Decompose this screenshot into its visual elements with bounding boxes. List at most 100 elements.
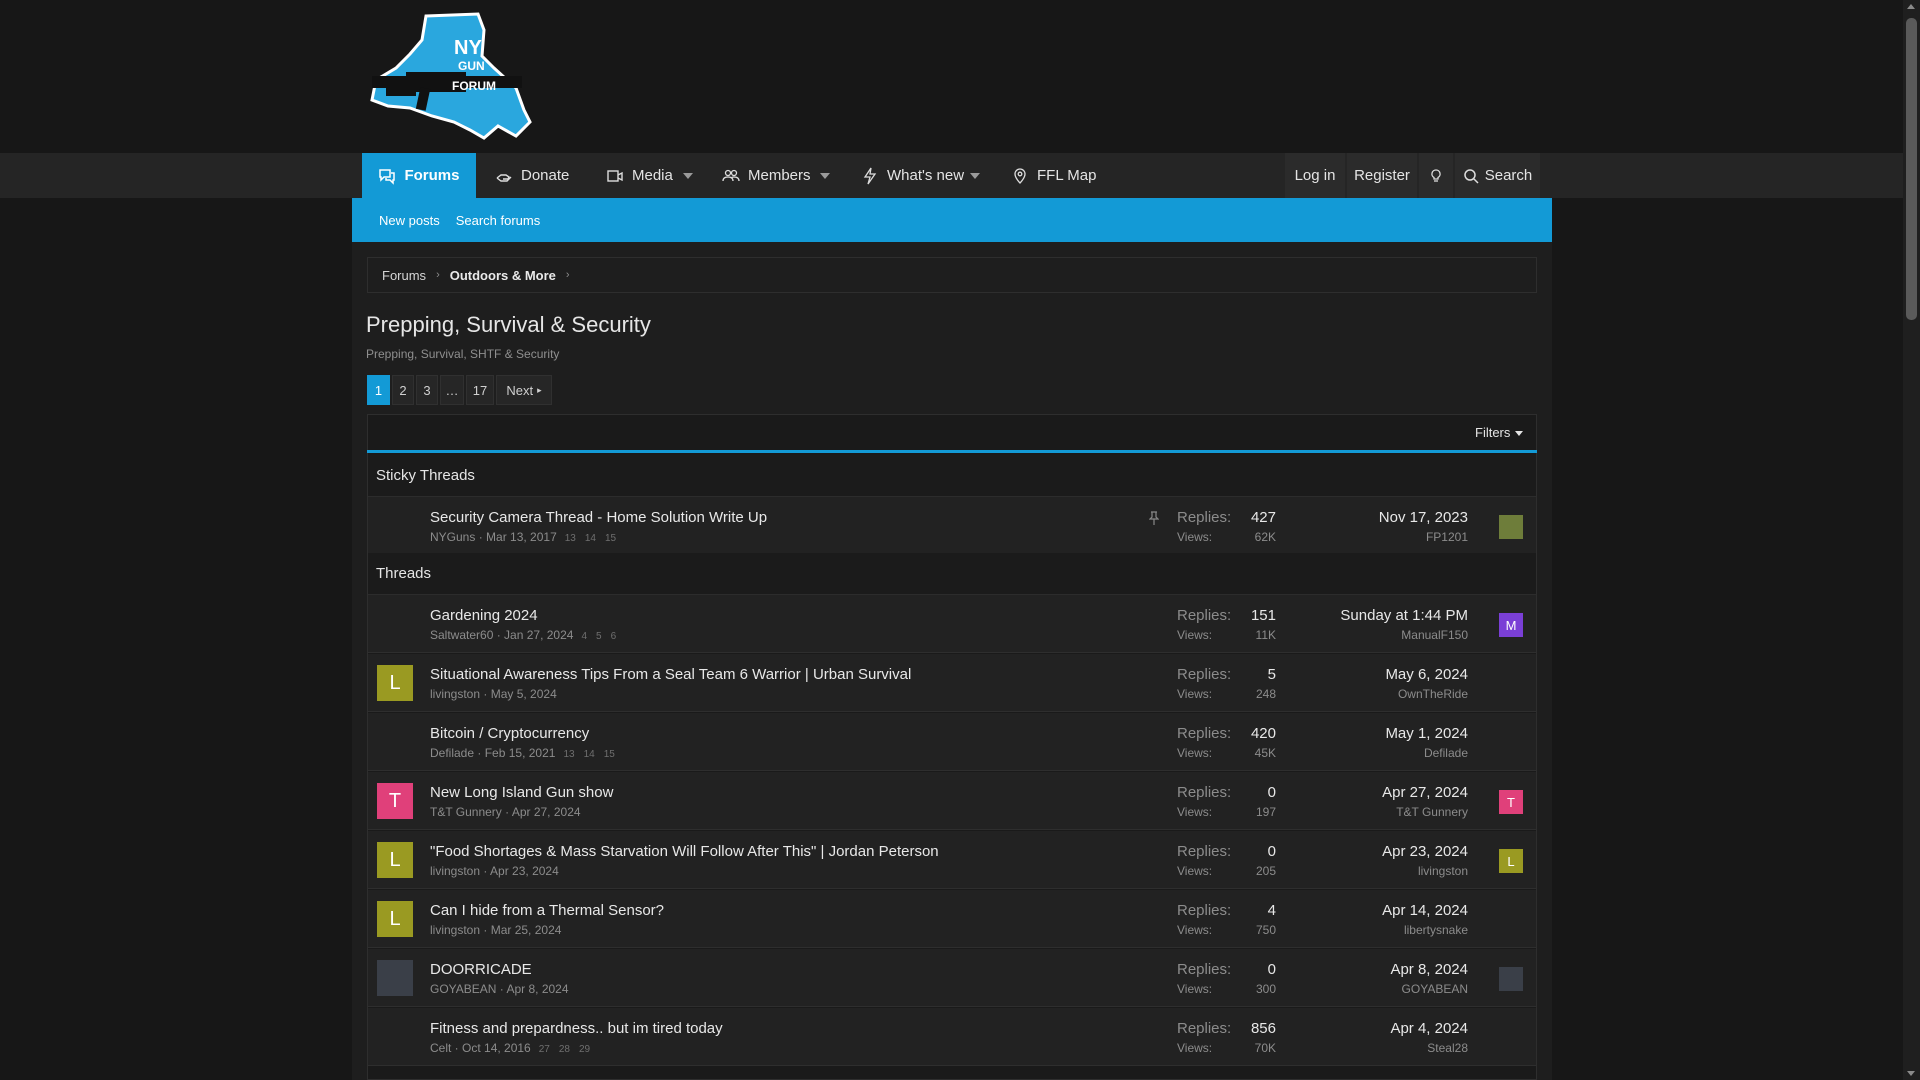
last-post-date[interactable]: Sunday at 1:44 PM: [1340, 607, 1468, 624]
search-button[interactable]: Search: [1455, 153, 1540, 198]
last-post-date[interactable]: Apr 27, 2024: [1382, 784, 1468, 801]
thread-start-date[interactable]: Jan 27, 2024: [504, 628, 573, 642]
last-poster-avatar[interactable]: L: [1499, 849, 1523, 873]
thread-author[interactable]: livingston: [430, 864, 480, 878]
nav-whats-new[interactable]: What's new: [861, 153, 964, 198]
thread-author[interactable]: livingston: [430, 687, 480, 701]
last-post-user[interactable]: OwnTheRide: [1398, 687, 1468, 701]
thread-author[interactable]: GOYABEAN: [430, 982, 496, 996]
author-avatar[interactable]: T: [377, 783, 413, 819]
last-poster-avatar[interactable]: [1499, 967, 1523, 991]
register-button[interactable]: Register: [1347, 153, 1417, 198]
thread-start-date[interactable]: Apr 8, 2024: [506, 982, 568, 996]
thread-page-link[interactable]: 13: [565, 533, 576, 544]
thread-row[interactable]: Security Camera Thread - Home Solution W…: [368, 497, 1536, 555]
nav-donate[interactable]: Donate: [495, 153, 569, 198]
page-ellipsis[interactable]: …: [440, 375, 464, 405]
thread-page-link[interactable]: 14: [584, 749, 595, 760]
thread-start-date[interactable]: Feb 15, 2021: [485, 746, 556, 760]
thread-start-date[interactable]: Mar 25, 2024: [491, 923, 562, 937]
thread-row[interactable]: L Situational Awareness Tips From a Seal …: [368, 654, 1536, 712]
nav-members[interactable]: Members: [722, 153, 811, 198]
author-avatar[interactable]: [377, 960, 413, 996]
page-link-17[interactable]: 17: [466, 375, 494, 405]
scroll-down-arrow[interactable]: [1907, 1071, 1915, 1076]
thread-start-date[interactable]: Apr 27, 2024: [512, 805, 581, 819]
thread-start-date[interactable]: Oct 14, 2016: [462, 1041, 531, 1055]
thread-title[interactable]: Security Camera Thread - Home Solution W…: [430, 509, 767, 526]
page-scrollbar[interactable]: [1903, 0, 1920, 1080]
thread-title[interactable]: Situational Awareness Tips From a Seal T…: [430, 666, 911, 683]
last-post-user[interactable]: Steal28: [1427, 1041, 1468, 1055]
thread-title[interactable]: Gardening 2024: [430, 607, 538, 624]
last-post-user[interactable]: T&T Gunnery: [1396, 805, 1468, 819]
page-link-3[interactable]: 3: [416, 375, 438, 405]
thread-page-link[interactable]: 6: [611, 631, 617, 642]
new-posts-link[interactable]: New posts: [379, 213, 440, 228]
site-logo[interactable]: NY GUN FORUM: [366, 10, 536, 142]
breadcrumb-outdoors[interactable]: Outdoors & More: [450, 268, 556, 283]
author-avatar[interactable]: L: [377, 665, 413, 701]
thread-title[interactable]: New Long Island Gun show: [430, 784, 613, 801]
author-avatar[interactable]: L: [377, 842, 413, 878]
last-poster-avatar[interactable]: [1499, 515, 1523, 539]
thread-row[interactable]: Fitness and prepardness.. but im tired t…: [368, 1008, 1536, 1066]
thread-title[interactable]: "Food Shortages & Mass Starvation Will F…: [430, 843, 939, 860]
nav-forums[interactable]: Forums: [362, 153, 476, 198]
thread-page-link[interactable]: 5: [596, 631, 602, 642]
thread-title[interactable]: Can I hide from a Thermal Sensor?: [430, 902, 664, 919]
last-post-user[interactable]: FP1201: [1426, 530, 1468, 544]
thread-author[interactable]: Defilade: [430, 746, 474, 760]
last-post-date[interactable]: Apr 14, 2024: [1382, 902, 1468, 919]
last-post-date[interactable]: Apr 8, 2024: [1390, 961, 1468, 978]
nav-ffl-map[interactable]: FFL Map: [1011, 153, 1096, 198]
thread-page-link[interactable]: 27: [539, 1044, 550, 1055]
thread-title[interactable]: DOORRICADE: [430, 961, 532, 978]
thread-row[interactable]: DOORRICADE GOYABEAN · Apr 8, 2024 Replies:…: [368, 949, 1536, 1007]
last-post-date[interactable]: Nov 17, 2023: [1379, 509, 1468, 526]
thread-row[interactable]: L "Food Shortages & Mass Starvation Will …: [368, 831, 1536, 889]
thread-page-link[interactable]: 28: [559, 1044, 570, 1055]
thread-page-link[interactable]: 13: [563, 749, 574, 760]
breadcrumb-forums[interactable]: Forums: [382, 268, 426, 283]
last-post-user[interactable]: libertysnake: [1404, 923, 1468, 937]
nav-media[interactable]: Media: [606, 153, 673, 198]
thread-start-date[interactable]: Apr 23, 2024: [490, 864, 559, 878]
last-post-date[interactable]: May 6, 2024: [1385, 666, 1468, 683]
thread-page-link[interactable]: 15: [604, 749, 615, 760]
thread-row[interactable]: Bitcoin / Cryptocurrency Defilade · Feb 1…: [368, 713, 1536, 771]
filters-button[interactable]: Filters: [1475, 425, 1523, 440]
members-dropdown-caret[interactable]: [820, 173, 830, 179]
thread-author[interactable]: T&T Gunnery: [430, 805, 502, 819]
scroll-up-arrow[interactable]: [1907, 4, 1915, 9]
login-button[interactable]: Log in: [1285, 153, 1345, 198]
next-page-button[interactable]: Next ▸: [496, 375, 552, 405]
author-avatar[interactable]: L: [377, 901, 413, 937]
whats-new-dropdown-caret[interactable]: [970, 173, 980, 179]
thread-author[interactable]: Saltwater60: [430, 628, 493, 642]
thread-author[interactable]: livingston: [430, 923, 480, 937]
last-poster-avatar[interactable]: M: [1499, 613, 1523, 637]
thread-author[interactable]: Celt: [430, 1041, 451, 1055]
thread-author[interactable]: NYGuns: [430, 530, 475, 544]
thread-row[interactable]: L Can I hide from a Thermal Sensor? living…: [368, 890, 1536, 948]
last-post-user[interactable]: Defilade: [1424, 746, 1468, 760]
thread-title[interactable]: Bitcoin / Cryptocurrency: [430, 725, 589, 742]
media-dropdown-caret[interactable]: [683, 173, 693, 179]
last-post-user[interactable]: GOYABEAN: [1402, 982, 1468, 996]
page-link-1[interactable]: 1: [367, 375, 390, 405]
search-forums-link[interactable]: Search forums: [456, 213, 541, 228]
thread-page-link[interactable]: 29: [579, 1044, 590, 1055]
thread-title[interactable]: Fitness and prepardness.. but im tired t…: [430, 1020, 723, 1037]
thread-start-date[interactable]: Mar 13, 2017: [486, 530, 557, 544]
last-post-date[interactable]: Apr 23, 2024: [1382, 843, 1468, 860]
thread-start-date[interactable]: May 5, 2024: [491, 687, 557, 701]
last-poster-avatar[interactable]: T: [1499, 790, 1523, 814]
page-link-2[interactable]: 2: [392, 375, 414, 405]
thread-row[interactable]: Gardening 2024 Saltwater60 · Jan 27, 2024…: [368, 595, 1536, 653]
thread-page-link[interactable]: 15: [605, 533, 616, 544]
thread-row[interactable]: T New Long Island Gun show T&T Gunnery · A…: [368, 772, 1536, 830]
scroll-thumb[interactable]: [1906, 18, 1917, 320]
last-post-user[interactable]: livingston: [1418, 864, 1468, 878]
last-post-date[interactable]: May 1, 2024: [1385, 725, 1468, 742]
